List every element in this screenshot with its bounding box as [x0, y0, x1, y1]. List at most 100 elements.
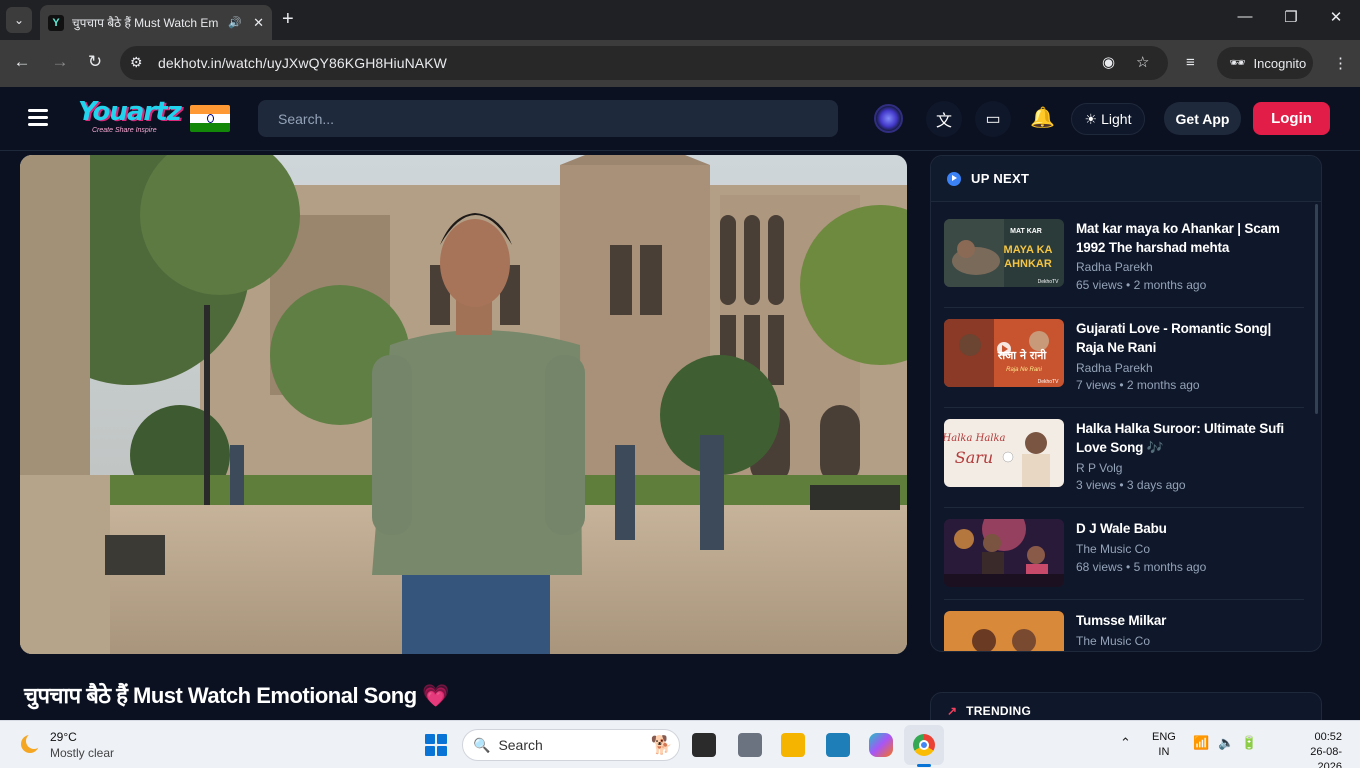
get-app-button[interactable]: Get App [1164, 102, 1241, 135]
speaker-icon[interactable]: 🔊 [228, 16, 242, 29]
svg-text:Saru: Saru [955, 448, 993, 467]
up-next-panel: UP NEXT MAT KAR MAYA KA AHNKAR DekhoTV M… [930, 155, 1322, 652]
play-circle-icon [947, 171, 961, 186]
svg-text:MAYA KA: MAYA KA [1004, 244, 1053, 256]
reload-button[interactable]: ↻ [83, 52, 107, 72]
search-input[interactable]: Search... [258, 100, 838, 137]
upload-age: 2 months ago [1133, 278, 1207, 292]
eye-off-icon[interactable]: ◉ [1102, 53, 1115, 71]
site-favicon-icon: Y [48, 14, 64, 31]
up-next-item-channel[interactable]: Radha Parekh [1076, 260, 1153, 274]
view-count: 65 views [1076, 278, 1123, 292]
weather-description[interactable]: Mostly clear [50, 746, 114, 760]
theme-toggle-button[interactable]: ☀ Light [1071, 103, 1145, 135]
bookmark-star-icon[interactable]: ☆ [1136, 53, 1149, 71]
up-next-item[interactable]: Halka Halka Saru Halka Halka Suroor: Ult… [944, 419, 1304, 509]
up-next-item-title[interactable]: Mat kar maya ko Ahankar | Scam 1992 The … [1076, 219, 1301, 257]
minimize-button[interactable]: — [1225, 8, 1265, 25]
trending-title: TRENDING [966, 704, 1032, 718]
volume-icon[interactable]: 🔈 [1218, 735, 1234, 751]
language-indicator[interactable]: ENG IN [1152, 730, 1176, 760]
close-window-button[interactable]: ✕ [1316, 8, 1356, 26]
menu-icon[interactable] [28, 109, 48, 127]
file-explorer-icon[interactable] [781, 733, 805, 757]
ai-assistant-icon[interactable] [874, 104, 903, 133]
video-thumbnail[interactable]: Halka Halka Saru [944, 419, 1064, 487]
theme-label: Light [1101, 111, 1132, 127]
login-button[interactable]: Login [1253, 102, 1330, 135]
video-thumbnail[interactable] [944, 519, 1064, 587]
taskbar-search-label: Search [498, 737, 543, 753]
chrome-icon [913, 734, 935, 756]
translate-icon[interactable]: 文 [926, 101, 962, 137]
site-logo[interactable]: Youartz Create Share Inspire [78, 95, 182, 139]
up-next-item-channel[interactable]: Radha Parekh [1076, 361, 1153, 375]
tab-title: चुपचाप बैठे हैं Must Watch Em [72, 16, 219, 30]
browser-toolbar: ← → ↻ ⚙ dekhotv.in/watch/uyJXwQY86KGH8Hi… [0, 40, 1360, 87]
battery-icon[interactable]: 🔋 [1241, 735, 1257, 751]
calculator-icon[interactable] [738, 733, 762, 757]
up-next-item-channel[interactable]: The Music Co [1076, 542, 1150, 556]
weather-temperature[interactable]: 29°C [50, 730, 77, 744]
divider [944, 599, 1304, 600]
india-flag-icon[interactable] [190, 105, 230, 132]
os-taskbar: 29°C Mostly clear 🔍 Search 🐕 ⌃ ENG IN 📶 … [0, 720, 1360, 768]
address-bar[interactable]: ⚙ dekhotv.in/watch/uyJXwQY86KGH8HiuNAKW … [120, 46, 1168, 80]
browser-menu-icon[interactable]: ⋮ [1333, 54, 1348, 72]
chevron-up-icon[interactable]: ⌃ [1120, 735, 1131, 751]
site-settings-icon[interactable]: ⚙ [130, 54, 143, 71]
video-thumbnail[interactable]: MAT KAR MAYA KA AHNKAR DekhoTV [944, 219, 1064, 287]
system-clock[interactable]: 00:52 26-08-2026 [1296, 730, 1342, 768]
view-count: 68 views [1076, 560, 1123, 574]
forward-button[interactable]: → [48, 52, 72, 72]
logo-wordmark: Youartz [78, 97, 182, 127]
weather-moon-icon[interactable] [18, 732, 42, 756]
thumb-badge: DekhoTV [1038, 379, 1060, 385]
up-next-item-title[interactable]: Gujarati Love - Romantic Song| Raja Ne R… [1076, 319, 1301, 357]
clock-date: 26-08-2026 [1310, 746, 1342, 768]
start-button[interactable] [425, 734, 447, 756]
copilot-icon[interactable] [869, 733, 893, 757]
divider [944, 307, 1304, 308]
wifi-icon[interactable]: 📶 [1193, 735, 1209, 751]
thumb-badge: DekhoTV [1038, 279, 1060, 285]
view-count: 3 views [1076, 478, 1117, 492]
taskbar-search[interactable]: 🔍 Search 🐕 [462, 729, 680, 761]
close-tab-icon[interactable]: ✕ [253, 15, 264, 31]
view-count: 7 views [1076, 378, 1117, 392]
video-thumbnail[interactable] [944, 611, 1064, 651]
up-next-item[interactable]: Tumsse Milkar The Music Co [944, 611, 1304, 651]
active-app-indicator [917, 764, 931, 767]
back-button[interactable]: ← [10, 52, 34, 72]
task-view-icon[interactable] [692, 733, 716, 757]
up-next-item[interactable]: राजा ने रानी Raja Ne Rani DekhoTV Gujara… [944, 319, 1304, 409]
browser-tab-active[interactable]: Y चुपचाप बैठे हैं Must Watch Em 🔊 ✕ [40, 5, 272, 40]
thumb-top-text: Raja Ne Rani [1006, 367, 1042, 373]
remote-desktop-icon[interactable] [826, 733, 850, 757]
url-text[interactable]: dekhotv.in/watch/uyJXwQY86KGH8HiuNAKW [158, 55, 447, 71]
browser-tab-strip: ⌄ Y चुपचाप बैठे हैं Must Watch Em 🔊 ✕ + … [0, 0, 1360, 40]
upload-age: 3 days ago [1126, 478, 1186, 492]
up-next-item[interactable]: MAT KAR MAYA KA AHNKAR DekhoTV Mat kar m… [944, 219, 1304, 309]
up-next-item-meta: 65 views • 2 months ago [1076, 278, 1207, 292]
tab-search-button[interactable]: ⌄ [6, 7, 32, 33]
incognito-indicator[interactable]: 🕶 Incognito [1217, 47, 1313, 79]
up-next-item-title[interactable]: D J Wale Babu [1076, 519, 1301, 538]
video-player[interactable] [20, 155, 907, 654]
up-next-item-meta: 7 views • 2 months ago [1076, 378, 1200, 392]
up-next-item-title[interactable]: Halka Halka Suroor: Ultimate Sufi Love S… [1076, 419, 1301, 457]
up-next-item-channel[interactable]: The Music Co [1076, 634, 1150, 648]
up-next-item-title[interactable]: Tumsse Milkar [1076, 611, 1301, 630]
search-highlight-icon: 🐕 [650, 734, 673, 755]
maximize-button[interactable]: ❐ [1271, 8, 1311, 26]
chat-icon[interactable]: ▭ [975, 101, 1011, 137]
up-next-item[interactable]: D J Wale Babu The Music Co 68 views • 5 … [944, 519, 1304, 609]
notification-bell-icon[interactable]: 🔔 [1030, 105, 1055, 130]
new-tab-button[interactable]: + [282, 9, 294, 29]
video-thumbnail[interactable]: राजा ने रानी Raja Ne Rani DekhoTV [944, 319, 1064, 387]
up-next-item-channel[interactable]: R P Volg [1076, 461, 1122, 475]
media-controls-icon[interactable]: ≡ [1186, 54, 1195, 71]
heart-icon: 💗 [422, 683, 450, 708]
svg-text:Halka Halka: Halka Halka [944, 433, 1006, 444]
up-next-scrollbar[interactable] [1315, 204, 1318, 414]
